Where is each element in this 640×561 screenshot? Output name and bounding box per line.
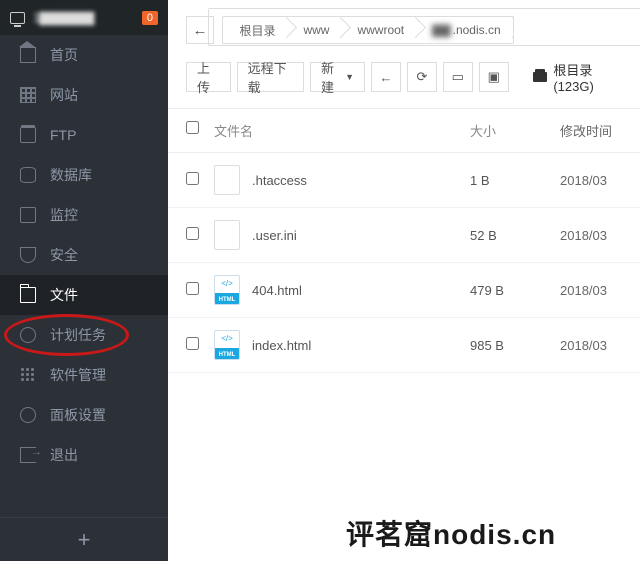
- sidebar-item-label: 文件: [50, 285, 78, 305]
- file-time: 2018/03: [560, 283, 622, 298]
- sidebar-item-ftp[interactable]: FTP: [0, 115, 168, 155]
- shield-icon: [20, 247, 36, 263]
- file-size: 985 B: [470, 338, 560, 353]
- breadcrumb-bar: ← 根目录 www wwwroot ▇▇.nodis.cn: [168, 0, 640, 54]
- sidebar-item-label: 首页: [50, 45, 78, 65]
- col-size[interactable]: 大小: [470, 121, 560, 140]
- apps-icon: [20, 367, 36, 383]
- sidebar-item-label: 计划任务: [50, 325, 106, 345]
- db-icon: [20, 167, 36, 183]
- sidebar-item-label: 软件管理: [50, 365, 106, 385]
- upload-button[interactable]: 上传: [186, 62, 231, 92]
- main-panel: ← 根目录 www wwwroot ▇▇.nodis.cn 上传 远程下载 新建…: [168, 0, 640, 561]
- row-checkbox[interactable]: [186, 337, 199, 350]
- file-size: 1 B: [470, 173, 560, 188]
- sidebar-item-label: FTP: [50, 127, 76, 143]
- clock-icon: [20, 327, 36, 343]
- html-file-icon: [214, 330, 240, 360]
- select-all-checkbox[interactable]: [186, 121, 199, 134]
- caret-down-icon: ▼: [345, 72, 354, 82]
- stack-icon: [20, 127, 36, 143]
- sidebar-item-software[interactable]: 软件管理: [0, 355, 168, 395]
- sidebar-item-monitor[interactable]: 监控: [0, 195, 168, 235]
- file-size: 479 B: [470, 283, 560, 298]
- sidebar-item-settings[interactable]: 面板设置: [0, 395, 168, 435]
- home-icon: [20, 47, 36, 63]
- view-mode-button[interactable]: ▭: [443, 62, 473, 92]
- file-icon: [214, 165, 240, 195]
- sidebar-item-label: 网站: [50, 85, 78, 105]
- sidebar-item-logout[interactable]: 退出: [0, 435, 168, 475]
- hdd-icon: [533, 72, 548, 82]
- watermark-text: 评茗窟nodis.cn: [346, 513, 556, 553]
- file-time: 2018/03: [560, 338, 622, 353]
- sidebar-item-label: 面板设置: [50, 405, 106, 425]
- sidebar-item-site[interactable]: 网站: [0, 75, 168, 115]
- file-name[interactable]: index.html: [252, 338, 311, 353]
- grid-icon: [20, 87, 36, 103]
- sidebar-item-label: 数据库: [50, 165, 92, 185]
- file-time: 2018/03: [560, 173, 622, 188]
- file-name[interactable]: 404.html: [252, 283, 302, 298]
- breadcrumb-seg-root[interactable]: 根目录: [223, 17, 287, 43]
- back-button[interactable]: ←: [371, 62, 401, 92]
- file-table: 文件名 大小 修改时间 .htaccess 1 B 2018/03 .user.…: [168, 109, 640, 373]
- refresh-button[interactable]: ⟳: [407, 62, 437, 92]
- monitor-icon: [20, 207, 36, 223]
- new-button[interactable]: 新建▼: [310, 62, 365, 92]
- table-header: 文件名 大小 修改时间: [168, 109, 640, 153]
- sidebar-item-label: 监控: [50, 205, 78, 225]
- col-name[interactable]: 文件名: [214, 121, 470, 140]
- server-ip: 1▇▇▇▇▇▇: [33, 10, 93, 26]
- row-checkbox[interactable]: [186, 282, 199, 295]
- table-row[interactable]: .htaccess 1 B 2018/03: [168, 153, 640, 208]
- sidebar-item-label: 退出: [50, 445, 78, 465]
- table-row[interactable]: index.html 985 B 2018/03: [168, 318, 640, 373]
- gear-icon: [20, 407, 36, 423]
- terminal-button[interactable]: ▣: [479, 62, 509, 92]
- table-row[interactable]: .user.ini 52 B 2018/03: [168, 208, 640, 263]
- file-name[interactable]: .htaccess: [252, 173, 307, 188]
- file-name[interactable]: .user.ini: [252, 228, 297, 243]
- folder-icon: [20, 287, 36, 303]
- toolbar: 上传 远程下载 新建▼ ← ⟳ ▭ ▣ 根目录(123G): [168, 54, 640, 109]
- sidebar-item-label: 安全: [50, 245, 78, 265]
- sidebar-item-cron[interactable]: 计划任务: [0, 315, 168, 355]
- html-file-icon: [214, 275, 240, 305]
- monitor-icon: [10, 12, 25, 24]
- sidebar-item-files[interactable]: 文件: [0, 275, 168, 315]
- sidebar: 1▇▇▇▇▇▇ 0 首页 网站 FTP 数据库 监控 安全 文件 计划任务 软件…: [0, 0, 168, 561]
- sidebar-add-button[interactable]: +: [0, 517, 168, 561]
- sidebar-item-home[interactable]: 首页: [0, 35, 168, 75]
- file-size: 52 B: [470, 228, 560, 243]
- notification-badge[interactable]: 0: [142, 11, 158, 25]
- table-row[interactable]: 404.html 479 B 2018/03: [168, 263, 640, 318]
- disk-info: 根目录(123G): [533, 60, 622, 94]
- row-checkbox[interactable]: [186, 172, 199, 185]
- breadcrumb-seg-wwwroot[interactable]: wwwroot: [341, 17, 416, 43]
- breadcrumb-seg-domain[interactable]: ▇▇.nodis.cn: [416, 17, 513, 43]
- col-time[interactable]: 修改时间: [560, 121, 622, 140]
- sidebar-header: 1▇▇▇▇▇▇ 0: [0, 0, 168, 35]
- remote-download-button[interactable]: 远程下载: [237, 62, 304, 92]
- exit-icon: [20, 447, 36, 463]
- breadcrumb: 根目录 www wwwroot ▇▇.nodis.cn: [222, 16, 513, 44]
- sidebar-item-database[interactable]: 数据库: [0, 155, 168, 195]
- file-icon: [214, 220, 240, 250]
- breadcrumb-back-button[interactable]: ←: [186, 16, 214, 44]
- breadcrumb-seg-www[interactable]: www: [287, 17, 341, 43]
- sidebar-item-security[interactable]: 安全: [0, 235, 168, 275]
- row-checkbox[interactable]: [186, 227, 199, 240]
- file-time: 2018/03: [560, 228, 622, 243]
